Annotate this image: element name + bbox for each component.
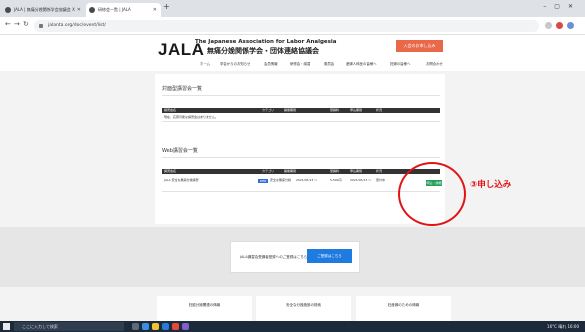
annotation-callout: ③申し込み: [470, 180, 512, 190]
forward-icon[interactable]: →: [14, 20, 20, 28]
reload-icon[interactable]: ↻: [23, 20, 29, 28]
extension-icon[interactable]: [556, 22, 563, 29]
taskbar-search-text: ここに入力して検索: [22, 324, 58, 329]
tab-label: 研修会一覧 | JALA: [98, 7, 131, 12]
column-header: カテゴリ: [262, 169, 275, 173]
web-badge: WEB: [258, 179, 268, 183]
seminar-name[interactable]: JALA 安全な無痛分娩講習: [164, 178, 199, 183]
profile-icon[interactable]: [567, 22, 574, 29]
column-header: 状況: [376, 169, 383, 173]
footer-card[interactable]: 安全な分娩施設の検索: [256, 296, 351, 321]
column-header: 講習会名: [164, 169, 177, 173]
seminar-category: 安全な無痛分娩: [270, 178, 292, 182]
nav-member[interactable]: 会員情報: [264, 61, 278, 66]
favicon-icon: [5, 7, 11, 13]
column-header: 申込期間: [350, 108, 363, 112]
close-icon[interactable]: ✕: [153, 3, 157, 17]
browser-tab-1[interactable]: JALA | 無痛分娩関係学会協議会 X ✕: [2, 3, 85, 17]
table-header: 講習会名 カテゴリ 開催期間 受講料 申込期間 状況: [162, 108, 440, 113]
column-header: カテゴリ: [262, 108, 275, 112]
footer-card[interactable]: 妊娠分娩関連の情報: [157, 296, 252, 321]
divider: [162, 121, 440, 122]
divider: [162, 157, 440, 158]
empty-text: 現在、応募可能な講習会はありません。: [164, 115, 218, 119]
section-title: Web講習会一覧: [162, 148, 198, 154]
back-icon[interactable]: ←: [5, 20, 11, 28]
nav-news[interactable]: 学会からのお知らせ: [220, 61, 250, 66]
column-header: 講習会名: [164, 108, 177, 112]
nav-contact[interactable]: お問合わせ: [426, 61, 443, 66]
section-title: 対面型講習会一覧: [162, 86, 203, 92]
seminar-fee: 5,500円: [330, 178, 342, 182]
footer-card[interactable]: 妊産婦のための情報: [356, 296, 451, 321]
annotation-circle: [398, 162, 466, 226]
browser-tab-bar: JALA | 無痛分娩関係学会協議会 X ✕ 研修会一覧 | JALA ✕ + …: [0, 0, 585, 17]
nav-doctors[interactable]: 産婦人科医の皆様へ: [346, 61, 377, 66]
column-header: 開催期間: [284, 108, 297, 112]
logo-japanese: 無痛分娩関係学会・団体連絡協議会: [207, 47, 319, 55]
taskbar-search[interactable]: ここに入力して検索: [14, 322, 124, 331]
windows-start-icon[interactable]: [3, 323, 10, 330]
url-input[interactable]: jalanta.org/doc/event/list/: [34, 20, 539, 32]
chrome-icon[interactable]: [172, 323, 179, 330]
status-text: 受付中: [376, 178, 386, 182]
edge-icon[interactable]: [142, 323, 149, 330]
table-header: 講習会名 カテゴリ 開催期間 受講料 申込期間 状況: [162, 169, 440, 174]
divider: [162, 95, 440, 96]
new-tab-icon[interactable]: +: [163, 2, 170, 11]
seminar-period: 2021/05/13 〜: [296, 178, 318, 182]
nav-home[interactable]: ホーム: [200, 61, 210, 66]
mail-icon[interactable]: [162, 323, 169, 330]
column-header: 申込期間: [350, 169, 363, 173]
app-icon[interactable]: [182, 323, 189, 330]
tab-label: JALA | 無痛分娩関係学会協議会 X: [14, 7, 75, 12]
favicon-icon: [89, 7, 95, 13]
column-header: 受講料: [330, 169, 340, 173]
logo-english: The Japanese Association for Labor Analg…: [195, 39, 337, 45]
join-button[interactable]: 入会のお申し込み: [396, 40, 443, 52]
url-text: jalanta.org/doc/event/list/: [48, 23, 106, 28]
extension-icon[interactable]: [545, 22, 552, 29]
taskbar: ここに入力して検索 16°C 晴れ 16:00: [0, 321, 585, 332]
task-view-icon[interactable]: [132, 323, 139, 330]
column-header: 受講料: [330, 108, 340, 112]
nav-pregnant[interactable]: 妊婦の皆様へ: [390, 61, 410, 66]
close-icon[interactable]: ✕: [77, 3, 81, 17]
system-tray[interactable]: 16°C 晴れ 16:00: [547, 322, 579, 331]
address-bar: ← → ↻ jalanta.org/doc/event/list/: [0, 17, 585, 35]
lock-icon: [39, 24, 43, 28]
window-controls[interactable]: –▢✕: [543, 3, 581, 10]
nav-seminar[interactable]: 研修会・講習: [290, 61, 310, 66]
column-header: 状況: [376, 108, 383, 112]
apply-period: 2021/05/13 〜: [350, 178, 372, 182]
register-button[interactable]: ご登録はこちら: [307, 249, 352, 263]
nav-committee[interactable]: 委員会: [324, 61, 334, 66]
browser-tab-2[interactable]: 研修会一覧 | JALA ✕: [86, 3, 161, 17]
registration-text: JALA講習会受講者登録へのご登録はこちら: [240, 255, 308, 259]
explorer-icon[interactable]: [152, 323, 159, 330]
column-header: 開催期間: [284, 169, 297, 173]
